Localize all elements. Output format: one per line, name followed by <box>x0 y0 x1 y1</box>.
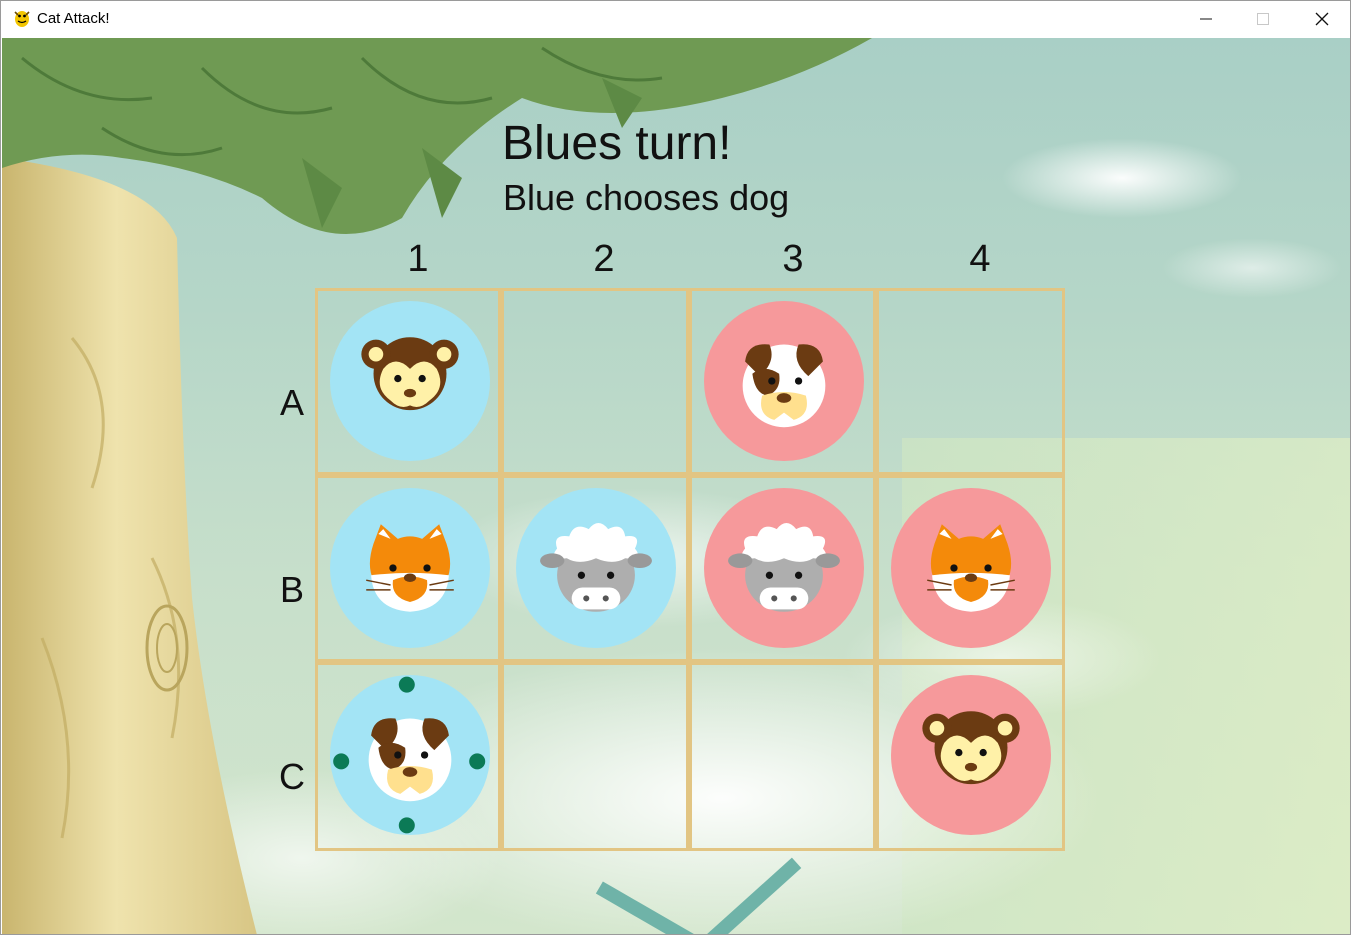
window-title: Cat Attack! <box>37 10 110 27</box>
board-cell-a1[interactable] <box>315 288 501 475</box>
column-label-4: 4 <box>969 238 991 280</box>
board-cell-a2[interactable] <box>501 288 689 475</box>
red-cat-token-icon[interactable] <box>891 488 1051 648</box>
maximize-button[interactable] <box>1234 1 1292 37</box>
board-cell-b4[interactable] <box>876 475 1065 662</box>
red-monkey-token-icon[interactable] <box>891 675 1051 835</box>
board-cell-c2[interactable] <box>501 662 689 851</box>
column-label-2: 2 <box>593 238 615 280</box>
blue-sheep-token-icon[interactable] <box>516 488 676 648</box>
board-cell-b2[interactable] <box>501 475 689 662</box>
red-sheep-token-icon[interactable] <box>704 488 864 648</box>
game-area: Blues turn! Blue chooses dog 1 2 3 4 A B… <box>2 38 1350 934</box>
turn-subheading: Blue chooses dog <box>503 177 790 218</box>
board-cell-c3[interactable] <box>689 662 876 851</box>
minimize-button[interactable] <box>1177 1 1235 37</box>
close-icon <box>1315 12 1329 26</box>
app-window: Cat Attack! Blues turn! Blue chooses dog… <box>0 0 1351 935</box>
minimize-icon <box>1200 18 1212 20</box>
column-label-3: 3 <box>782 238 804 280</box>
board-cell-a4[interactable] <box>876 288 1065 475</box>
board-cell-c1[interactable] <box>315 662 501 851</box>
close-button[interactable] <box>1293 1 1350 37</box>
python-snake-icon <box>14 11 30 27</box>
board-cell-b3[interactable] <box>689 475 876 662</box>
board-cell-a3[interactable] <box>689 288 876 475</box>
row-label-c: C <box>279 756 305 797</box>
row-label-a: A <box>279 382 304 423</box>
title-bar[interactable]: Cat Attack! <box>1 1 1350 37</box>
blue-monkey-token-icon[interactable] <box>330 301 490 461</box>
row-label-b: B <box>279 569 304 610</box>
column-label-1: 1 <box>407 238 429 280</box>
board-cell-b1[interactable] <box>315 475 501 662</box>
maximize-icon <box>1257 13 1269 25</box>
board-cell-c4[interactable] <box>876 662 1065 851</box>
turn-heading: Blues turn! <box>502 117 732 170</box>
blue-dog-token-icon[interactable] <box>330 675 490 835</box>
game-board <box>315 288 1065 851</box>
blue-cat-token-icon[interactable] <box>330 488 490 648</box>
red-dog-token-icon[interactable] <box>704 301 864 461</box>
